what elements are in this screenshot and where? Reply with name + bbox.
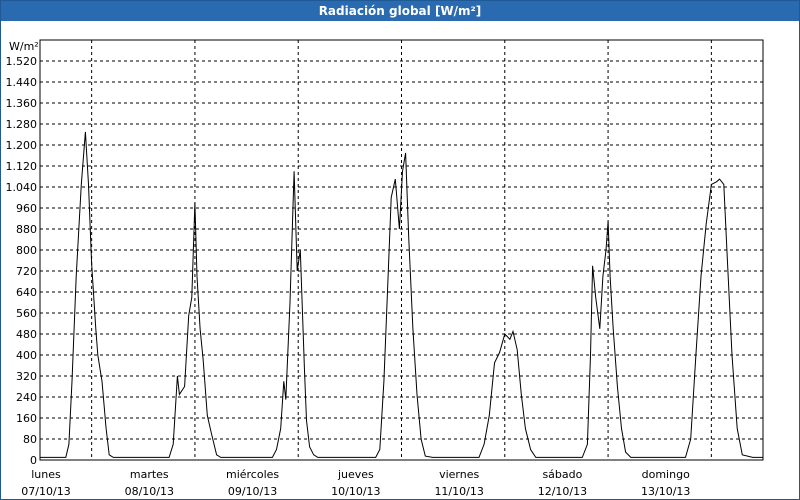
- day-date-label: 08/10/13: [125, 485, 174, 498]
- y-tick-label: 320: [16, 370, 37, 383]
- y-tick-label: 1.120: [6, 160, 38, 173]
- x-tick-labels: lunes 07/10/13 martes 08/10/13 miércoles 09/1…: [21, 468, 690, 498]
- day-name-label: miércoles: [226, 468, 279, 481]
- y-tick-label: 1.040: [6, 181, 38, 194]
- y-tick-label: 960: [16, 202, 37, 215]
- y-tick-label: 560: [16, 307, 37, 320]
- y-tick-label: 640: [16, 286, 37, 299]
- y-tick-label: 240: [16, 391, 37, 404]
- chart-svg: W/m² 0 80 160 240 320 400 480 560 640 720 800 880 96…: [6, 39, 764, 498]
- y-tick-label: 80: [23, 433, 37, 446]
- y-tick-label: 1.520: [6, 55, 38, 68]
- day-date-label: 12/10/13: [538, 485, 587, 498]
- y-axis-label: W/m²: [9, 40, 39, 53]
- day-date-label: 10/10/13: [331, 485, 380, 498]
- y-tick-label: 1.360: [6, 97, 38, 110]
- day-date-label: 09/10/13: [228, 485, 277, 498]
- y-tick-label: 1.280: [6, 118, 38, 131]
- y-tick-label: 480: [16, 328, 37, 341]
- y-tick-label: 1.440: [6, 76, 38, 89]
- y-tick-label: 720: [16, 265, 37, 278]
- y-tick-label: 400: [16, 349, 37, 362]
- day-name-label: domingo: [642, 468, 690, 481]
- y-tick-label: 0: [30, 454, 37, 467]
- day-name-label: jueves: [337, 468, 374, 481]
- y-tick-label: 1.200: [6, 139, 38, 152]
- y-tick-label: 880: [16, 223, 37, 236]
- day-name-label: martes: [130, 468, 169, 481]
- day-name-label: viernes: [439, 468, 479, 481]
- day-date-label: 11/10/13: [434, 485, 483, 498]
- grid-layer: [40, 40, 763, 460]
- day-name-label: lunes: [31, 468, 61, 481]
- day-date-label: 07/10/13: [21, 485, 70, 498]
- y-tick-labels: 0 80 160 240 320 400 480 560 640 720 800 880 960 1.04…: [6, 55, 38, 467]
- y-tick-label: 160: [16, 412, 37, 425]
- day-name-label: sábado: [542, 468, 582, 481]
- y-tick-label: 800: [16, 244, 37, 257]
- day-date-label: 13/10/13: [641, 485, 690, 498]
